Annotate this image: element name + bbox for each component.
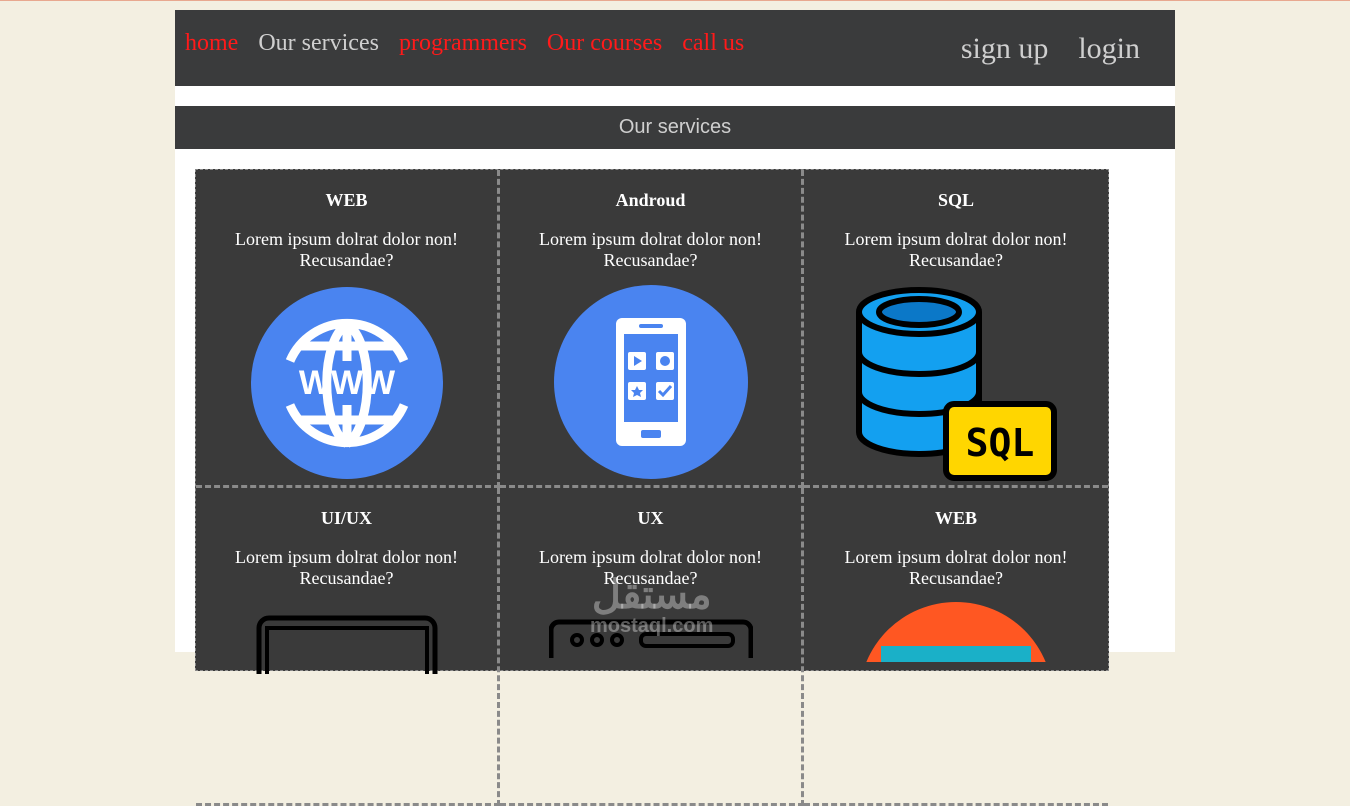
service-card: WEB Lorem ipsum dolrat dolor non! Recusa… bbox=[196, 170, 500, 488]
service-card: UI/UX Lorem ipsum dolrat dolor non! Recu… bbox=[196, 488, 500, 806]
top-border bbox=[0, 0, 1350, 1]
sql-database-icon: SQL bbox=[856, 287, 1057, 481]
card-text: Lorem ipsum dolrat dolor non! Recusandae… bbox=[235, 229, 458, 270]
watermark: مستقل mostaql.com bbox=[590, 575, 713, 638]
service-card: SQL Lorem ipsum dolrat dolor non! Recusa… bbox=[804, 170, 1108, 488]
card-text: Lorem ipsum dolrat dolor non! Recusandae… bbox=[235, 547, 458, 588]
svg-text:WWW: WWW bbox=[298, 364, 395, 402]
card-title: UI/UX bbox=[320, 508, 372, 528]
card-title: Androud bbox=[615, 190, 686, 210]
service-card: WEB Lorem ipsum dolrat dolor non! Recusa… bbox=[804, 488, 1108, 806]
nav-link-our-courses[interactable]: Our courses bbox=[547, 30, 662, 57]
service-card: Androud Lorem ipsum dolrat dolor non! Re… bbox=[500, 170, 804, 488]
nav-links: home Our services programmers Our course… bbox=[185, 30, 744, 57]
section-title: Our services bbox=[175, 106, 1175, 149]
page-container: home Our services programmers Our course… bbox=[175, 10, 1175, 806]
sign-up-link[interactable]: sign up bbox=[961, 32, 1049, 66]
monitor-icon bbox=[256, 615, 437, 674]
card-text: Lorem ipsum dolrat dolor non! Recusandae… bbox=[539, 229, 762, 270]
nav-link-home[interactable]: home bbox=[185, 30, 238, 57]
login-link[interactable]: login bbox=[1078, 32, 1140, 66]
nav-link-our-services[interactable]: Our services bbox=[258, 30, 379, 57]
card-title: UX bbox=[637, 508, 664, 528]
nav-link-call-us[interactable]: call us bbox=[682, 30, 744, 57]
nav-link-programmers[interactable]: programmers bbox=[399, 30, 527, 57]
card-text: Lorem ipsum dolrat dolor non! Recusandae… bbox=[844, 547, 1068, 588]
auth-links: sign up login bbox=[961, 32, 1140, 66]
www-globe-icon: WWW bbox=[250, 287, 443, 479]
navbar: home Our services programmers Our course… bbox=[175, 10, 1175, 86]
card-title: SQL bbox=[937, 190, 975, 210]
card-text: Lorem ipsum dolrat dolor non! Recusandae… bbox=[844, 229, 1068, 270]
watermark-latin: mostaql.com bbox=[590, 615, 714, 637]
smartphone-icon bbox=[553, 285, 748, 479]
card-title: WEB bbox=[934, 508, 977, 528]
card-title: WEB bbox=[325, 190, 368, 210]
web-browser-icon bbox=[866, 602, 1046, 662]
svg-text:SQL: SQL bbox=[966, 421, 1035, 465]
watermark-arabic: مستقل bbox=[591, 573, 712, 617]
service-card: UX Lorem ipsum dolrat dolor non! Recusan… bbox=[500, 488, 804, 806]
